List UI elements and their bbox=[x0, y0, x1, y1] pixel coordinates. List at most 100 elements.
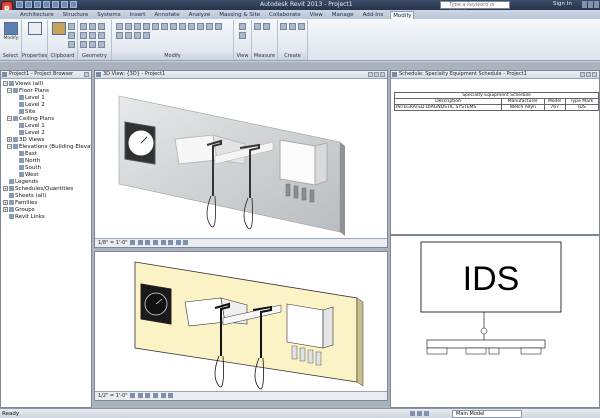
sign-in-link[interactable]: Sign In bbox=[553, 1, 572, 7]
measure-icon[interactable] bbox=[52, 1, 59, 8]
mirror-axis-icon[interactable] bbox=[134, 23, 141, 30]
annotation-view-panel[interactable]: IDS bbox=[390, 235, 600, 408]
tree-node[interactable]: South bbox=[3, 165, 91, 172]
properties-button[interactable] bbox=[25, 22, 45, 48]
expand-toggle-icon[interactable]: − bbox=[3, 81, 8, 86]
close-panel-icon[interactable] bbox=[84, 72, 89, 77]
paint-icon[interactable] bbox=[89, 32, 96, 39]
tree-node[interactable]: Level 2 bbox=[3, 130, 91, 137]
dimension-icon[interactable] bbox=[263, 23, 270, 30]
scale-icon[interactable] bbox=[215, 23, 222, 30]
worksets-icon[interactable] bbox=[410, 411, 415, 416]
copy-icon[interactable] bbox=[68, 32, 75, 39]
delete-icon[interactable] bbox=[134, 32, 141, 39]
table-cell[interactable]: Welch Allyn bbox=[501, 104, 545, 111]
undo-icon[interactable] bbox=[34, 1, 41, 8]
redo-icon[interactable] bbox=[43, 1, 50, 8]
minimize-button[interactable] bbox=[582, 1, 587, 8]
split-gap-icon[interactable] bbox=[197, 23, 204, 30]
demolish-icon[interactable] bbox=[98, 32, 105, 39]
maximize-view-icon[interactable] bbox=[374, 72, 379, 77]
expand-toggle-icon[interactable]: + bbox=[3, 207, 8, 212]
cut-geometry-icon[interactable] bbox=[89, 23, 96, 30]
expand-toggle-icon[interactable]: − bbox=[7, 88, 12, 93]
3d-view-icon[interactable] bbox=[70, 1, 77, 8]
mirror-draw-icon[interactable] bbox=[143, 23, 150, 30]
tree-node[interactable]: +3D Views bbox=[3, 137, 91, 144]
tab-massing-site[interactable]: Massing & Site bbox=[217, 11, 262, 19]
cope-icon[interactable] bbox=[80, 23, 87, 30]
table-row[interactable]: INTEGRATED DIAGNOSTIC SYSTEMS Welch Allyn… bbox=[393, 104, 599, 111]
tree-node[interactable]: Level 2 bbox=[3, 102, 91, 109]
detail-level-icon[interactable] bbox=[130, 393, 136, 398]
hide-elements-icon[interactable] bbox=[168, 393, 174, 398]
create-assembly-icon[interactable] bbox=[280, 23, 287, 30]
tree-node[interactable]: + Schedules/Quantities bbox=[3, 186, 91, 193]
unpin-icon[interactable] bbox=[125, 32, 132, 39]
rotate-icon[interactable] bbox=[170, 23, 177, 30]
tab-systems[interactable]: Systems bbox=[95, 11, 122, 19]
tree-node[interactable]: Site bbox=[3, 109, 91, 116]
copy-element-icon[interactable] bbox=[161, 23, 168, 30]
unjoin-icon[interactable] bbox=[98, 41, 105, 48]
expand-toggle-icon[interactable]: + bbox=[3, 200, 8, 205]
save-icon[interactable] bbox=[25, 1, 32, 8]
3d-view-panel[interactable]: 3D View: {3D} - Project1 1/8" = 1'-0" bbox=[94, 70, 388, 248]
tree-node[interactable]: − Ceiling Plans bbox=[3, 116, 91, 123]
expand-toggle-icon[interactable]: + bbox=[7, 137, 12, 142]
trim-icon[interactable] bbox=[179, 23, 186, 30]
design-options-icon[interactable] bbox=[417, 411, 422, 416]
paste-button[interactable] bbox=[49, 22, 69, 48]
maximize-button[interactable] bbox=[588, 1, 593, 8]
search-input[interactable]: Type a keyword or phrase bbox=[440, 1, 510, 14]
uncut-icon[interactable] bbox=[89, 41, 96, 48]
crop-icon[interactable] bbox=[160, 393, 166, 398]
join-icon[interactable] bbox=[98, 23, 105, 30]
split-icon[interactable] bbox=[188, 23, 195, 30]
cut-icon[interactable] bbox=[68, 23, 75, 30]
open-icon[interactable] bbox=[16, 1, 23, 8]
hide-elements-icon[interactable] bbox=[183, 240, 189, 245]
schedule-panel[interactable]: Schedule: Specialty Equipment Schedule -… bbox=[390, 70, 600, 235]
match-icon[interactable] bbox=[68, 41, 75, 48]
shadows-icon[interactable] bbox=[152, 240, 158, 245]
text-icon[interactable] bbox=[61, 1, 68, 8]
tree-node[interactable]: − Elevations (Building Elevation) bbox=[3, 144, 91, 151]
tab-view[interactable]: View bbox=[308, 11, 325, 19]
tree-node[interactable]: + Groups bbox=[3, 207, 91, 214]
3d-view-panel-2[interactable]: 1/2" = 1'-0" bbox=[94, 251, 388, 401]
sun-path-icon[interactable] bbox=[145, 240, 151, 245]
tree-node[interactable]: West bbox=[3, 172, 91, 179]
rendering-icon[interactable] bbox=[160, 240, 166, 245]
shadows-icon[interactable] bbox=[152, 393, 158, 398]
tree-node[interactable]: Revit Links bbox=[3, 214, 91, 221]
hide-icon[interactable] bbox=[239, 23, 246, 30]
view-scale[interactable]: 1/8" = 1'-0" bbox=[98, 240, 128, 246]
tree-node[interactable]: − Floor Plans bbox=[3, 88, 91, 95]
tab-collaborate[interactable]: Collaborate bbox=[267, 11, 303, 19]
expand-toggle-icon[interactable]: − bbox=[7, 144, 12, 149]
tab-insert[interactable]: Insert bbox=[128, 11, 148, 19]
array-icon[interactable] bbox=[206, 23, 213, 30]
table-cell[interactable]: IDS bbox=[564, 104, 599, 111]
close-button[interactable] bbox=[594, 1, 599, 8]
wall-joins-icon[interactable] bbox=[80, 41, 87, 48]
align-icon[interactable] bbox=[116, 23, 123, 30]
table-cell[interactable]: 767 bbox=[543, 104, 566, 111]
split-face-icon[interactable] bbox=[80, 32, 87, 39]
tree-node[interactable]: − Views (all) bbox=[3, 81, 91, 88]
tree-node[interactable]: Level 1 bbox=[3, 95, 91, 102]
visual-style-icon[interactable] bbox=[137, 240, 143, 245]
detail-level-icon[interactable] bbox=[130, 240, 136, 245]
tree-node[interactable]: Sheets (all) bbox=[3, 193, 91, 200]
tab-architecture[interactable]: Architecture bbox=[18, 11, 56, 19]
modify-button[interactable]: Modify bbox=[1, 22, 21, 48]
override-icon[interactable] bbox=[239, 32, 246, 39]
minimize-view-icon[interactable] bbox=[368, 72, 373, 77]
design-option-dropdown[interactable]: Main Model bbox=[452, 410, 522, 418]
tree-node[interactable]: North bbox=[3, 158, 91, 165]
minimize-view-icon[interactable] bbox=[580, 72, 585, 77]
extend-icon[interactable] bbox=[143, 32, 150, 39]
tab-modify[interactable]: Modify bbox=[390, 10, 415, 19]
tab-structure[interactable]: Structure bbox=[61, 11, 91, 19]
